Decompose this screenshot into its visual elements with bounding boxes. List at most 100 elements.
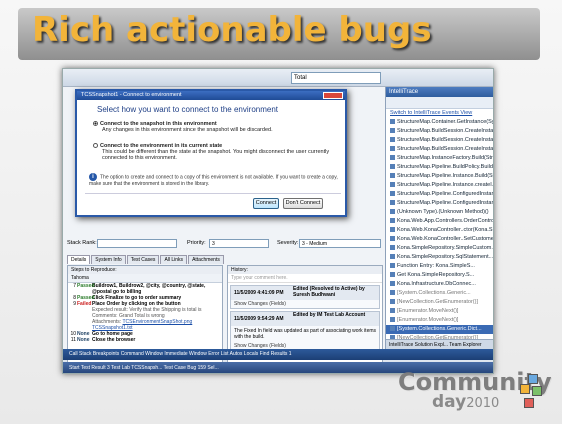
tab-system-info[interactable]: System Info [91, 255, 126, 264]
intellitrace-title: IntelliTrace [386, 87, 493, 97]
font-select[interactable]: Tahoma [71, 275, 89, 281]
pane-tabs[interactable]: IntelliTrace Solution Expl... Team Explo… [386, 339, 493, 349]
call-tree-item[interactable]: [NewCollection.GetEnumerator()] [386, 298, 493, 307]
call-tree-item[interactable]: Function Entry: Kona.SimpleS... [386, 262, 493, 271]
call-tree-item[interactable]: [System.Collections.Generic... [386, 289, 493, 298]
call-tree-item[interactable]: Kona.Web.App.Controllers.OrderControl... [386, 217, 493, 226]
call-tree-item[interactable]: StructureMap.BuildSession.CreateInstan..… [386, 136, 493, 145]
cubes-icon [520, 374, 546, 412]
method-icon [390, 182, 395, 188]
call-tree: StructureMap.Container.GetInstance(Sy...… [386, 118, 493, 361]
method-icon [390, 209, 395, 215]
history-entry: 11/5/2009 4:41:09 PM Edited (Resolved to … [230, 285, 380, 309]
dialog-title: TCSSnapshot1 - Connect to environment [77, 91, 345, 100]
call-tree-item[interactable]: Kona.SimpleRepository.SqlStatement.... [386, 253, 493, 262]
radio-selected-icon[interactable] [93, 121, 98, 127]
dont-connect-button[interactable]: Don't Connect [283, 198, 323, 209]
screenshot-frame: Total TCSSnapshot1 - Connect to environm… [62, 68, 494, 374]
method-icon [390, 254, 395, 260]
method-icon [390, 263, 395, 269]
method-icon [390, 227, 395, 233]
community-day-logo: Community day2010 [398, 368, 552, 412]
option-current-desc: This could be different than the state a… [102, 149, 330, 161]
call-tree-item[interactable]: StructureMap.BuildSession.CreateInstan..… [386, 127, 493, 136]
format-toolbar: Tahoma [68, 274, 222, 283]
option-snapshot[interactable]: Connect to the snapshot in this environm… [93, 121, 333, 133]
connect-dialog: TCSSnapshot1 - Connect to environment Se… [75, 89, 347, 217]
method-icon [390, 245, 395, 251]
method-icon [390, 290, 395, 296]
method-icon [390, 119, 395, 125]
option-snapshot-desc: Any changes in this environment since th… [102, 127, 273, 133]
close-icon[interactable] [323, 92, 343, 99]
dialog-divider [85, 193, 341, 194]
vs-toolbar: Total [63, 69, 493, 87]
method-icon [390, 191, 395, 197]
method-icon [390, 137, 395, 143]
severity-label: Severity: [277, 240, 299, 246]
info-text: The option to create and connect to a co… [89, 174, 338, 187]
fields-row: Stack Rank: Priority: 3 Severity: 3 - Me… [67, 239, 385, 249]
connect-button[interactable]: Connect [253, 198, 279, 209]
method-icon [390, 200, 395, 206]
call-tree-item[interactable]: StructureMap.Pipeline.Instance.Build(Sy.… [386, 172, 493, 181]
call-tree-item[interactable]: Kona.Web.KonaController..ctor(Kona.Si... [386, 226, 493, 235]
method-icon [390, 281, 395, 287]
toolbar-combo[interactable]: Total [291, 72, 381, 84]
method-icon [390, 272, 395, 278]
priority-select[interactable]: 3 [209, 239, 269, 248]
switch-view-link[interactable]: Switch to IntelliTrace Events View [386, 109, 493, 118]
comment-input[interactable]: Type your comment here. [228, 274, 382, 283]
info-message: i The option to create and connect to a c… [89, 173, 339, 187]
radio-icon[interactable] [93, 143, 98, 149]
show-changes-checkbox[interactable]: Show Changes (Fields) [231, 300, 379, 308]
tab-test-cases[interactable]: Test Cases [126, 255, 160, 264]
intellitrace-pane: IntelliTrace Switch to IntelliTrace Even… [385, 87, 493, 359]
dialog-heading: Select how you want to connect to the en… [97, 105, 278, 114]
step-row[interactable]: 7 Passed Buildrow1, Buildrow2, @city, @cou… [68, 283, 222, 295]
method-icon [390, 218, 395, 224]
stack-rank-label: Stack Rank: [67, 240, 97, 246]
tab-details[interactable]: Details [67, 255, 91, 264]
call-tree-item[interactable]: Get Kona.SimpleRepository.S... [386, 271, 493, 280]
call-tree-item[interactable]: Kona.Web.KonaController..SetCustomer... [386, 235, 493, 244]
history-entry: 11/5/2009 9:54:29 AM Edited by IM Test La… [230, 311, 380, 351]
method-icon [390, 299, 395, 305]
slide: Rich actionable bugs Total TCSSnapshot1 … [0, 0, 562, 424]
call-tree-item[interactable]: StructureMap.Pipeline.ConfiguredInstan..… [386, 199, 493, 208]
call-tree-item[interactable]: Kona.SimpleRepository.SimpleCustom... [386, 244, 493, 253]
history-label: History: [228, 266, 382, 274]
tab-all-links[interactable]: All Links [160, 255, 188, 264]
intellitrace-toolbar [386, 97, 493, 109]
method-icon [390, 164, 395, 170]
method-icon [390, 317, 395, 323]
info-icon: i [89, 173, 97, 181]
call-tree-item[interactable]: (Unknown Type).(Unknown Method)() [386, 208, 493, 217]
steps-label: Steps to Reproduce: [68, 266, 222, 274]
method-icon [390, 236, 395, 242]
call-tree-item[interactable]: StructureMap.Pipeline.Instance.createI..… [386, 181, 493, 190]
tool-window-tabs[interactable]: Call Stack Breakpoints Command Window Im… [63, 349, 493, 360]
severity-select[interactable]: 3 - Medium [299, 239, 381, 248]
tab-attachments[interactable]: Attachments [188, 255, 224, 264]
form-tabs: Details System Info Test Cases All Links Att… [67, 255, 225, 264]
call-tree-item[interactable]: StructureMap.Container.GetInstance(Sy... [386, 118, 493, 127]
method-icon [390, 128, 395, 134]
stack-rank-input[interactable] [97, 239, 177, 248]
call-tree-item[interactable]: [System.Collections.Generic.Dict... [386, 325, 493, 334]
call-tree-item[interactable]: [Enumerator.MoveNext()] [386, 307, 493, 316]
priority-label: Priority: [187, 240, 206, 246]
call-tree-item[interactable]: StructureMap.Pipeline.ConfiguredInstan..… [386, 190, 493, 199]
method-icon [390, 155, 395, 161]
call-tree-item[interactable]: StructureMap.BuildSession.CreateInstan..… [386, 145, 493, 154]
method-icon [390, 146, 395, 152]
call-tree-item[interactable]: StructureMap.InstanceFactory.Build(Str..… [386, 154, 493, 163]
bug-form: TCSSnapshot1 - Connect to environment Se… [63, 87, 385, 365]
slide-title: Rich actionable bugs [32, 10, 432, 50]
method-icon [390, 326, 395, 332]
option-current-state[interactable]: Connect to the environment in its curren… [93, 143, 333, 161]
step-row[interactable]: 11 None Close the browser [68, 337, 222, 343]
call-tree-item[interactable]: Kona.Infrastructure.DbConnec... [386, 280, 493, 289]
call-tree-item[interactable]: [Enumerator.MoveNext()] [386, 316, 493, 325]
call-tree-item[interactable]: StructureMap.Pipeline.BuildPolicy.Build(… [386, 163, 493, 172]
